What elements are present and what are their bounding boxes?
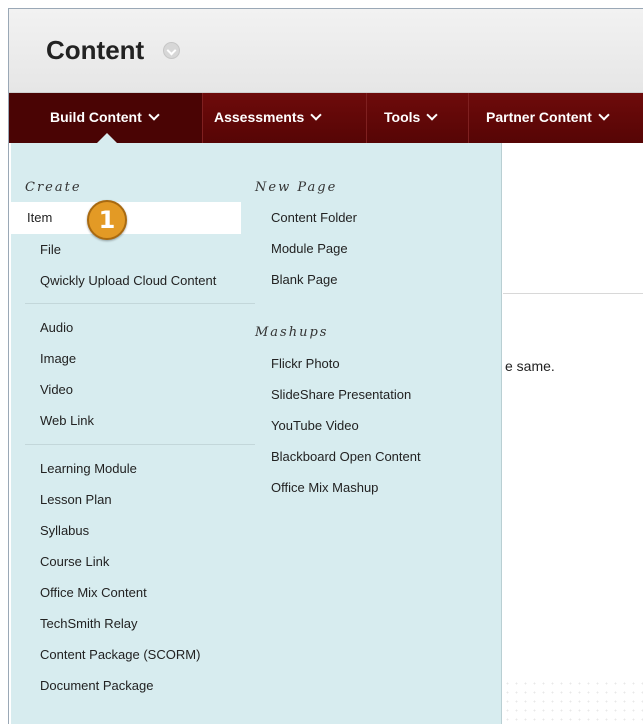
menu-item-slideshare[interactable]: SlideShare Presentation bbox=[271, 387, 411, 403]
menu-item-techsmith-relay[interactable]: TechSmith Relay bbox=[40, 616, 138, 632]
partner-content-button[interactable]: Partner Content bbox=[486, 93, 610, 143]
tools-button[interactable]: Tools bbox=[384, 93, 438, 143]
menu-item-web-link[interactable]: Web Link bbox=[40, 413, 94, 429]
page-header: Content bbox=[9, 9, 643, 93]
window-frame: Content Build Content Assessments Tools … bbox=[8, 8, 643, 724]
menu-item-audio[interactable]: Audio bbox=[40, 320, 73, 336]
new-page-section-title: New Page bbox=[255, 180, 338, 195]
chevron-down-icon bbox=[598, 109, 610, 121]
menu-item-blackboard-open-content[interactable]: Blackboard Open Content bbox=[271, 449, 421, 465]
menu-item-blank-page[interactable]: Blank Page bbox=[271, 272, 338, 288]
menu-item-image[interactable]: Image bbox=[40, 351, 76, 367]
menu-divider bbox=[25, 303, 255, 304]
create-section-title: Create bbox=[25, 180, 82, 195]
menu-item-file[interactable]: File bbox=[40, 242, 61, 258]
menu-item-youtube-video[interactable]: YouTube Video bbox=[271, 418, 359, 434]
menu-item-syllabus[interactable]: Syllabus bbox=[40, 523, 89, 539]
title-options-chevron-icon[interactable] bbox=[163, 42, 180, 59]
menu-item-module-page[interactable]: Module Page bbox=[271, 241, 348, 257]
menu-divider bbox=[25, 444, 255, 445]
chevron-down-icon bbox=[426, 109, 438, 121]
nav-divider bbox=[202, 93, 203, 143]
assessments-label: Assessments bbox=[214, 109, 305, 125]
mashups-section-title: Mashups bbox=[255, 325, 329, 340]
tools-label: Tools bbox=[384, 109, 421, 125]
menu-item-document-package[interactable]: Document Package bbox=[40, 678, 153, 694]
assessments-button[interactable]: Assessments bbox=[214, 93, 322, 143]
chevron-down-icon bbox=[310, 109, 322, 121]
menu-item-office-mix-content[interactable]: Office Mix Content bbox=[40, 585, 147, 601]
menu-item-video[interactable]: Video bbox=[40, 382, 73, 398]
menu-item-qwickly-upload[interactable]: Qwickly Upload Cloud Content bbox=[40, 273, 216, 289]
background-text: e same. bbox=[505, 358, 555, 374]
menu-item-course-link[interactable]: Course Link bbox=[40, 554, 109, 570]
page-title: Content bbox=[46, 35, 145, 65]
partner-content-label: Partner Content bbox=[486, 109, 592, 125]
chevron-down-icon bbox=[148, 109, 160, 121]
menu-item-office-mix-mashup[interactable]: Office Mix Mashup bbox=[271, 480, 378, 496]
menu-item-flickr-photo[interactable]: Flickr Photo bbox=[271, 356, 340, 372]
content-divider bbox=[503, 293, 643, 294]
dotted-background bbox=[503, 679, 643, 724]
nav-divider bbox=[366, 93, 367, 143]
nav-divider bbox=[468, 93, 469, 143]
menu-item-learning-module[interactable]: Learning Module bbox=[40, 461, 137, 477]
step-callout-badge: 1 bbox=[87, 200, 127, 240]
build-content-menu: Create Item File Qwickly Upload Cloud Co… bbox=[11, 143, 502, 724]
build-content-label: Build Content bbox=[50, 109, 142, 125]
menu-item-content-package[interactable]: Content Package (SCORM) bbox=[40, 647, 200, 663]
menu-item-lesson-plan[interactable]: Lesson Plan bbox=[40, 492, 112, 508]
dropdown-caret bbox=[97, 133, 117, 143]
menu-item-content-folder[interactable]: Content Folder bbox=[271, 210, 357, 226]
